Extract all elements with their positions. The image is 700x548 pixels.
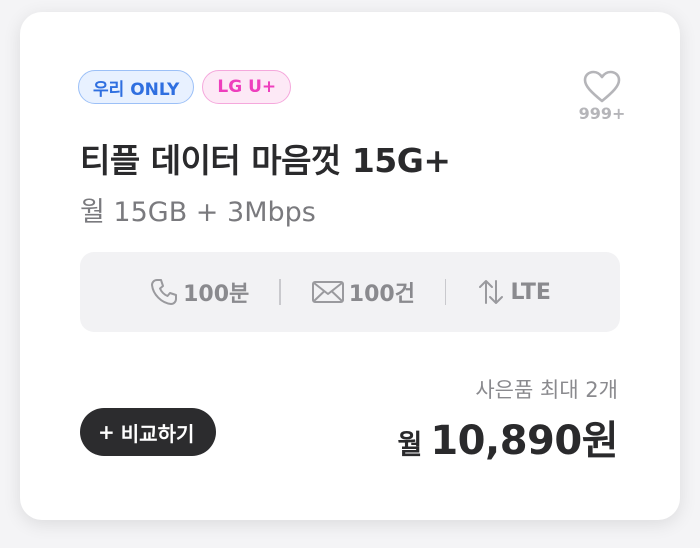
mail-icon bbox=[311, 281, 344, 303]
spec-bar: 100분 100건 LTE bbox=[80, 252, 620, 332]
spec-voice-value: 100분 bbox=[183, 282, 250, 307]
price: 월 10,890원 bbox=[398, 408, 619, 466]
spec-voice: 100분 bbox=[119, 276, 279, 308]
spec-network-value: LTE bbox=[510, 279, 551, 305]
compare-button-label: 비교하기 bbox=[120, 421, 195, 446]
phone-icon bbox=[151, 279, 178, 305]
heart-icon bbox=[583, 70, 621, 103]
spec-network: LTE bbox=[446, 277, 580, 307]
badge-group: 우리 ONLY LG U+ bbox=[78, 70, 292, 104]
spec-sms-value: 100건 bbox=[348, 282, 415, 307]
price-value: 10,890원 bbox=[430, 418, 618, 464]
plan-subtitle: 월 15GB + 3Mbps bbox=[80, 197, 316, 228]
spec-sms: 100건 bbox=[281, 276, 445, 308]
plus-icon: + bbox=[98, 420, 115, 444]
favorite-count: 999+ bbox=[578, 104, 626, 123]
gift-info: 사은품 최대 2개 bbox=[475, 378, 618, 402]
favorite-button[interactable]: 999+ bbox=[572, 70, 632, 123]
network-arrows-icon bbox=[479, 280, 504, 304]
carrier-badge: LG U+ bbox=[202, 70, 292, 104]
plan-title: 티플 데이터 마음껏 15G+ bbox=[80, 141, 451, 180]
plan-card[interactable]: 우리 ONLY LG U+ 999+ 티플 데이터 마음껏 15G+ 월 15G… bbox=[20, 12, 680, 520]
exclusive-badge: 우리 ONLY bbox=[78, 70, 195, 104]
price-prefix: 월 bbox=[397, 430, 423, 461]
compare-button[interactable]: + 비교하기 bbox=[80, 408, 217, 456]
